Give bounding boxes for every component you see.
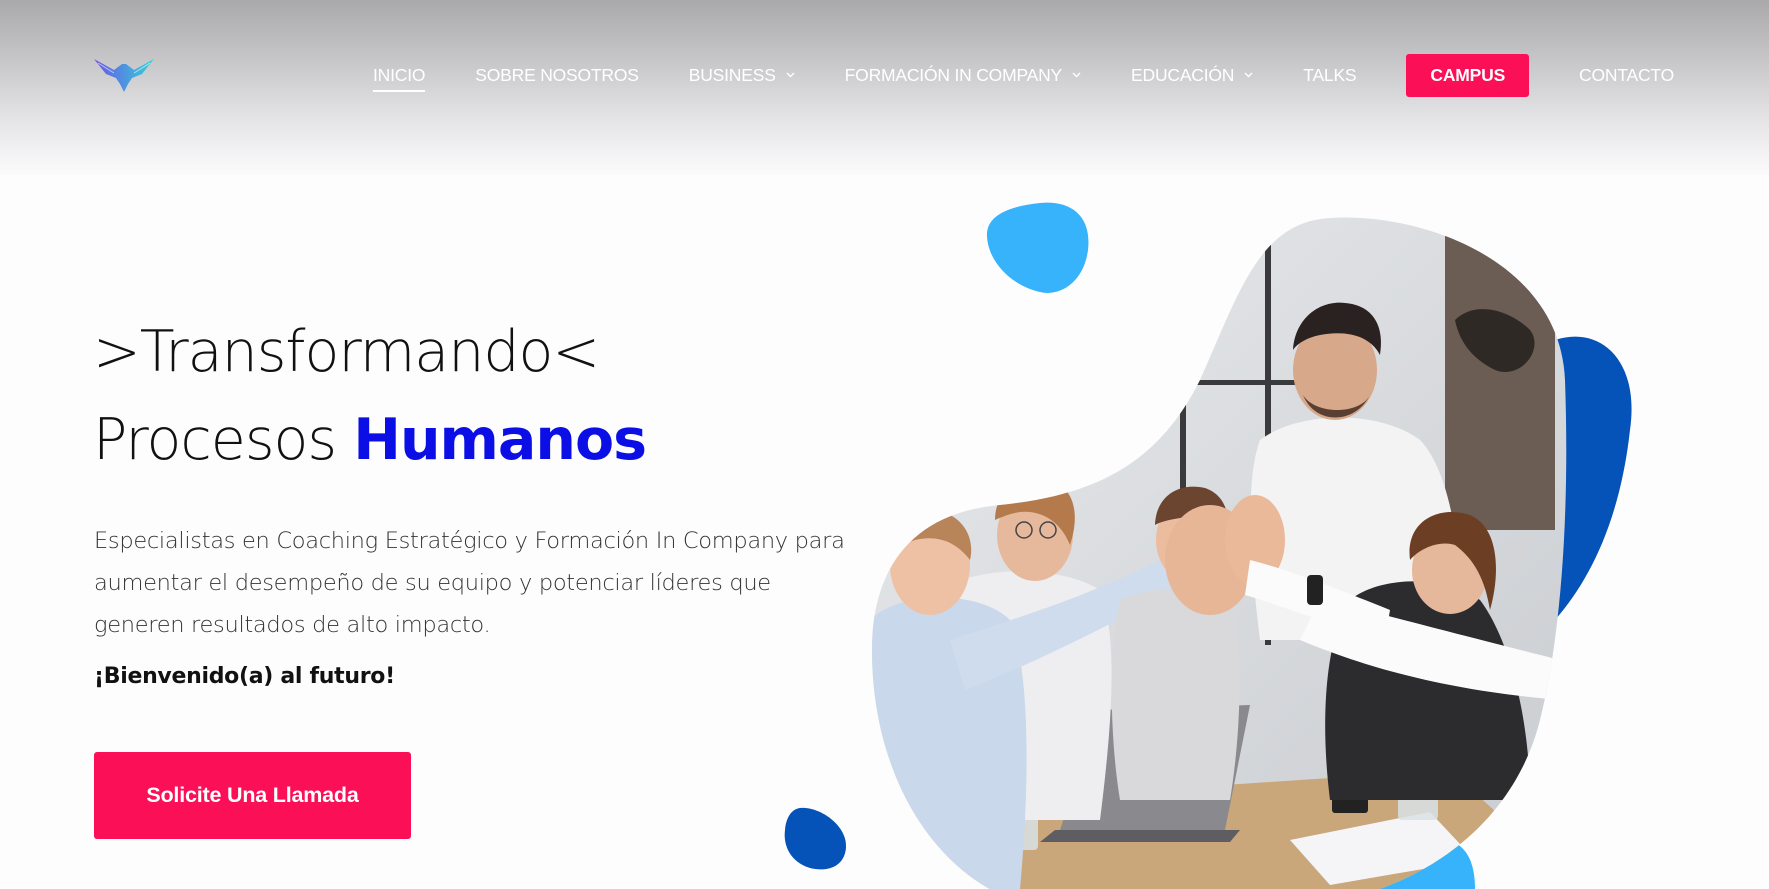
chevron-down-icon xyxy=(1244,72,1253,78)
eagle-logo-icon[interactable] xyxy=(92,56,156,94)
chevron-down-icon xyxy=(786,72,795,78)
blob-light-top xyxy=(986,202,1089,293)
nav-item-sobre-nosotros[interactable]: SOBRE NOSOTROS xyxy=(475,64,639,86)
hero-title-prefix: Procesos xyxy=(93,407,354,473)
nav-item-label: SOBRE NOSOTROS xyxy=(475,64,639,85)
nav-item-talks[interactable]: TALKS xyxy=(1303,65,1356,86)
nav-item-business[interactable]: BUSINESS xyxy=(689,65,795,86)
hero-title: >Transformando< Procesos Humanos xyxy=(93,308,647,484)
team-photo xyxy=(872,217,1567,889)
nav-item-inicio[interactable]: INICIO xyxy=(373,64,426,92)
chevron-down-icon xyxy=(1072,72,1081,78)
nav-item-label: TALKS xyxy=(1303,64,1357,85)
main-nav: INICIO SOBRE NOSOTROS BUSINESS FORMACIÓN… xyxy=(373,53,1674,97)
campus-button[interactable]: CAMPUS xyxy=(1406,53,1530,97)
hero-title-line-2: Procesos Humanos xyxy=(93,396,647,484)
hero-title-accent: Humanos xyxy=(353,407,647,473)
nav-item-label: EDUCACIÓN xyxy=(1131,64,1235,85)
blob-dark-bottom xyxy=(784,807,847,870)
nav-item-label: INICIO xyxy=(373,64,426,92)
blob-light-bottom-left xyxy=(1000,840,1060,889)
campus-button-label: CAMPUS xyxy=(1430,64,1506,85)
nav-item-label: FORMACIÓN IN COMPANY xyxy=(844,64,1063,85)
nav-item-label: BUSINESS xyxy=(688,64,776,85)
request-call-button-label: Solicite Una Llamada xyxy=(146,783,359,807)
blob-dark-right xyxy=(1555,336,1632,620)
nav-item-label: CONTACTO xyxy=(1579,64,1675,85)
nav-item-formacion-in-company[interactable]: FORMACIÓN IN COMPANY xyxy=(845,65,1081,86)
blob-light-bottom xyxy=(1380,839,1475,889)
nav-item-contacto[interactable]: CONTACTO xyxy=(1579,65,1674,86)
hero-description: Especialistas en Coaching Estratégico y … xyxy=(94,528,845,638)
nav-item-educacion[interactable]: EDUCACIÓN xyxy=(1131,65,1253,86)
request-call-button[interactable]: Solicite Una Llamada xyxy=(94,752,411,839)
hero-title-line-1: >Transformando< xyxy=(93,319,600,385)
hero-welcome: ¡Bienvenido(a) al futuro! xyxy=(94,664,395,689)
